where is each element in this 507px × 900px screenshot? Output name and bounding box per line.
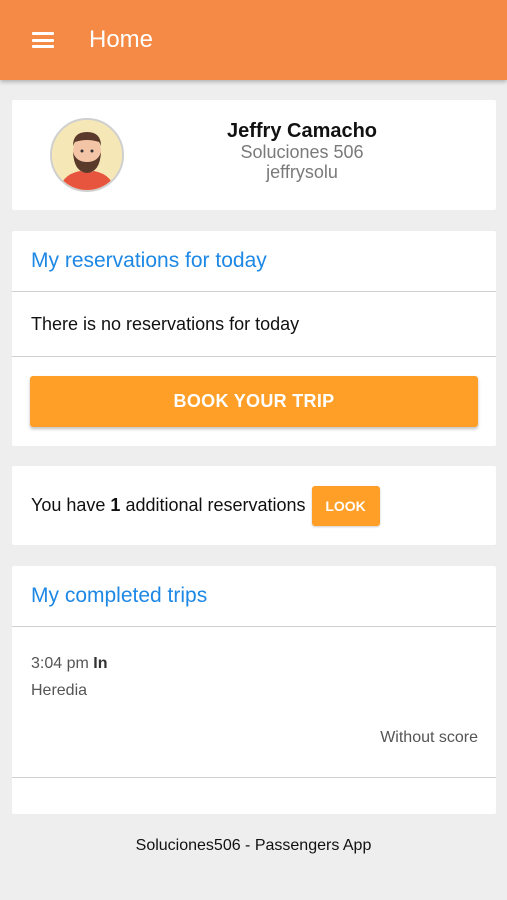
additional-reservations-text: You have 1 additional reservations bbox=[31, 495, 306, 516]
book-trip-button[interactable]: BOOK YOUR TRIP bbox=[30, 376, 478, 427]
avatar-person-icon bbox=[52, 120, 122, 190]
additional-text-before: You have bbox=[31, 495, 111, 515]
user-company: Soluciones 506 bbox=[240, 142, 364, 162]
trip-time: 3:04 pm In bbox=[31, 655, 107, 673]
reservations-card: My reservations for today There is no re… bbox=[12, 231, 496, 446]
profile-info: Jeffry Camacho Soluciones 506 jeffrysolu bbox=[187, 120, 417, 182]
trip-time-value: 3:04 pm bbox=[31, 655, 89, 672]
trip-direction: In bbox=[93, 655, 108, 672]
additional-text-after: additional reservations bbox=[120, 495, 306, 515]
additional-reservations-card: You have 1 additional reservations LOOK bbox=[12, 466, 496, 545]
additional-count: 1 bbox=[110, 495, 121, 515]
user-name: Jeffry Camacho bbox=[226, 120, 378, 142]
app-bar: Home bbox=[0, 0, 507, 80]
no-reservations-message: There is no reservations for today bbox=[12, 292, 496, 357]
trip-score: Without score bbox=[380, 729, 478, 746]
completed-trips-header: My completed trips bbox=[12, 566, 496, 627]
list-item[interactable]: 3:04 pm In Heredia Without score bbox=[12, 627, 496, 778]
avatar bbox=[50, 118, 124, 192]
user-username: jeffrysolu bbox=[266, 162, 338, 182]
completed-trips-card: My completed trips 3:04 pm In Heredia Wi… bbox=[12, 566, 496, 814]
reservations-header: My reservations for today bbox=[12, 231, 496, 292]
footer-text: Soluciones506 - Passengers App bbox=[135, 837, 372, 854]
page-title: Home bbox=[89, 26, 154, 53]
profile-card: Jeffry Camacho Soluciones 506 jeffrysolu bbox=[12, 100, 496, 210]
trip-place: Heredia bbox=[31, 682, 88, 699]
look-button[interactable]: LOOK bbox=[311, 485, 380, 526]
hamburger-menu-icon[interactable] bbox=[32, 32, 54, 48]
